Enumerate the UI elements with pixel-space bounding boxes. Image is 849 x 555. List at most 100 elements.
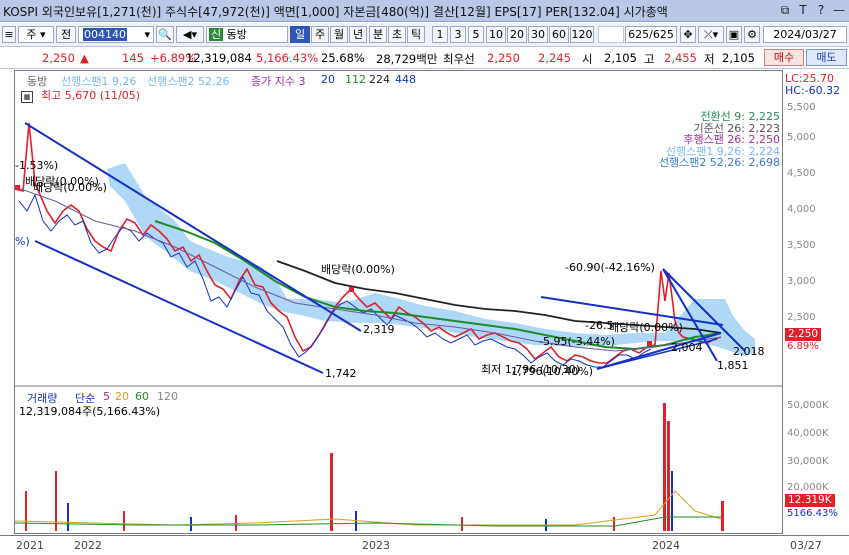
bid-price: 2,245 (538, 51, 571, 65)
marker-right (647, 341, 652, 346)
vaxis-40000: 40,000K (787, 428, 829, 439)
annot-2018: 2,018 (733, 345, 765, 358)
legend-ma-20: 20 (321, 73, 335, 86)
volume-value: 12,319,084주(5,166.43%) (19, 405, 161, 418)
annot-drop-pct: -60.90(-42.16%) (565, 261, 655, 274)
annot-left-pct: %) (15, 235, 30, 248)
minimize-icon[interactable]: — (831, 2, 847, 18)
tick-60[interactable]: 60 (549, 26, 569, 43)
volume-ma-20: 20 (115, 390, 129, 403)
annot-pct-top: -1.53%) (15, 159, 59, 172)
vaxis-50000: 50,000K (787, 400, 829, 411)
tab-second[interactable]: 초 (388, 26, 406, 43)
open-label: 시 (582, 52, 593, 66)
price-axis: LC:25.70 HC:-60.32 5,500 5,000 4,500 4,0… (783, 70, 849, 534)
axis-4500: 4,500 (787, 168, 816, 179)
tick-20[interactable]: 20 (507, 26, 527, 43)
volume-value: 12,319,084 (186, 51, 252, 65)
date-2023: 2023 (362, 539, 390, 552)
prefix-button[interactable]: 전 (56, 26, 76, 43)
volume-tag: 12.319K (785, 494, 835, 507)
annot-1851: 1,851 (717, 359, 749, 372)
price-tag-pct: 6.89% (787, 341, 819, 352)
ichimoku-lagging: 후행스팬 26: 2,250 (683, 133, 780, 146)
quote-bar: 2,250 ▲ 145 +6.89% 12,319,084 5,166.43% … (0, 47, 849, 69)
tick-30[interactable]: 30 (528, 26, 548, 43)
legend-ma-label: 종가 지수 3 (251, 75, 306, 88)
annot-dividend-right: 배당락(0.00%) (609, 321, 683, 334)
volume-ma-60: 60 (135, 390, 149, 403)
expand-icon[interactable]: ✥ (680, 26, 696, 43)
axis-4000: 4,000 (787, 204, 816, 215)
stock-code-input[interactable]: 004140 ▾ (78, 26, 154, 43)
trade-amount: 28,729백만 (376, 52, 438, 66)
count-field[interactable]: 625/625 (625, 26, 677, 43)
vaxis-20000: 20,000K (787, 482, 829, 493)
annot-2004: 2,004 (671, 341, 703, 354)
volume-ma-5: 5 (103, 390, 110, 403)
open-price: 2,105 (604, 51, 637, 65)
high-label: 고 (644, 52, 655, 66)
price-tag: 2,250 (785, 328, 822, 341)
annot-1742: 1,742 (325, 367, 357, 380)
legend-span2: 선행스팬2 52,26 (147, 75, 230, 88)
price-change: 145 (122, 51, 144, 65)
sell-button[interactable]: 매도 (806, 49, 847, 66)
low-price: 2,105 (722, 51, 755, 65)
tick-10[interactable]: 10 (486, 26, 506, 43)
annot-dividend-mid: 배당락(0.00%) (321, 263, 395, 276)
tab-week[interactable]: 주 (311, 26, 329, 43)
buy-button[interactable]: 매수 (764, 49, 804, 66)
axis-2500: 2,500 (787, 312, 816, 323)
left-edge (0, 70, 14, 534)
speaker-icon[interactable]: ◀▾ (176, 26, 204, 43)
settings-icon[interactable]: ⚙ (744, 26, 760, 43)
date-2022: 2022 (74, 539, 102, 552)
tab-month[interactable]: 월 (330, 26, 348, 43)
high-price: 2,455 (664, 51, 697, 65)
menu-icon[interactable]: ≡ (2, 26, 16, 43)
hc-label: HC:-60.32 (785, 84, 841, 97)
low-label: 저 (704, 52, 715, 66)
tab-minute[interactable]: 분 (369, 26, 387, 43)
blank-field[interactable] (598, 26, 624, 43)
period-unit-select[interactable]: 주 ▾ (18, 26, 54, 43)
tab-tick[interactable]: 틱 (407, 26, 425, 43)
stock-info-ticker: KOSPI 외국인보유[1,271(천)] 주식수[47,972(천)] 액면[… (3, 5, 668, 19)
date-field[interactable]: 2024/03/27 (763, 26, 847, 43)
tick-120[interactable]: 120 (570, 26, 594, 43)
ichimoku-conversion: 전환선 9: 2,225 (700, 110, 780, 123)
tick-5[interactable]: 5 (468, 26, 484, 43)
trend-line-upper (24, 122, 362, 332)
axis-5000: 5,000 (787, 132, 816, 143)
font-icon[interactable]: T (795, 2, 811, 18)
ichimoku-legend: 전환선 9: 2,225 기준선 26: 2,223 후행스팬 26: 2,25… (659, 111, 780, 169)
ask-price: 2,250 (487, 51, 520, 65)
volume-tag-pct: 5166.43% (787, 508, 838, 519)
date-axis: 2021 2022 2023 2024 03/27 (0, 535, 849, 555)
save-icon[interactable]: ▣ (726, 26, 742, 43)
annot-2319: 2,319 (363, 323, 395, 336)
tick-3[interactable]: 3 (450, 26, 466, 43)
volume-pct: 5,166.43% (256, 51, 319, 65)
marker-mid (349, 287, 354, 292)
help-icon[interactable]: ? (813, 2, 829, 18)
legend-ma-112: 112 (345, 73, 366, 86)
cross-icon[interactable]: ⤫▾ (698, 26, 724, 43)
restore-icon[interactable]: ⧉ (777, 2, 793, 18)
volume-bars (25, 403, 724, 531)
axis-3500: 3,500 (787, 240, 816, 251)
stock-name-field[interactable]: 신 동방 (206, 26, 288, 43)
legend-ma-448: 448 (395, 73, 416, 86)
current-price: 2,250 (42, 51, 75, 65)
legend-ma-224: 224 (369, 73, 390, 86)
search-icon[interactable]: 🔍 (156, 26, 174, 43)
tab-year[interactable]: 년 (349, 26, 367, 43)
tick-1[interactable]: 1 (432, 26, 448, 43)
calendar-icon[interactable]: ▦ (21, 91, 33, 103)
date-2024: 2024 (652, 539, 680, 552)
tab-day[interactable]: 일 (290, 26, 310, 43)
axis-3000: 3,000 (787, 276, 816, 287)
volume-ma-120: 120 (157, 390, 178, 403)
chart-pane[interactable]: 동방 선행스팬1 9,26 선행스팬2 52,26 종가 지수 3 20 112… (14, 70, 783, 534)
